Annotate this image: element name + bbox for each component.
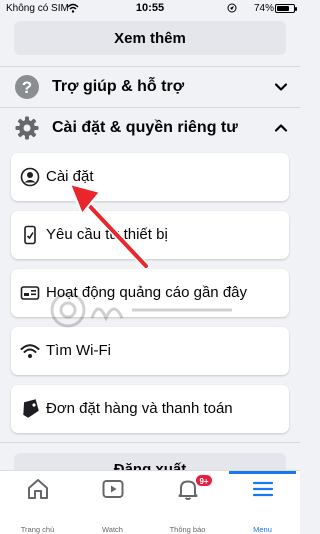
tab-home[interactable]: Trang chủ	[0, 471, 75, 534]
watch-icon	[102, 480, 124, 498]
svg-text:?: ?	[22, 78, 32, 97]
help-support-row[interactable]: ? Trợ giúp & hỗ trợ	[0, 67, 300, 107]
location-icon	[227, 3, 237, 13]
settings-item-label: Hoạt động quảng cáo gần đây	[46, 284, 247, 301]
see-more-button[interactable]: Xem thêm	[14, 21, 286, 55]
active-tab-indicator	[229, 471, 296, 474]
settings-item-find-wifi[interactable]: Tìm Wi-Fi	[11, 327, 289, 375]
tag-icon	[23, 399, 39, 418]
settings-item-label: Đơn đặt hàng và thanh toán	[46, 400, 233, 417]
settings-item-settings[interactable]: Cài đặt	[11, 153, 289, 201]
ad-icon	[20, 286, 40, 300]
home-icon	[28, 479, 48, 499]
settings-privacy-row[interactable]: Cài đặt & quyền riêng tư	[0, 108, 300, 148]
settings-item-device-requests[interactable]: Yêu cầu từ thiết bị	[11, 211, 289, 259]
settings-item-label: Tìm Wi-Fi	[46, 342, 111, 359]
settings-privacy-label: Cài đặt & quyền riêng tư	[52, 119, 238, 136]
tab-watch[interactable]: Watch	[75, 471, 150, 534]
wifi-icon	[20, 344, 40, 358]
tab-label: Watch	[102, 525, 123, 534]
settings-item-orders-payments[interactable]: Đơn đặt hàng và thanh toán	[11, 385, 289, 433]
status-bar: Không có SIM 10:55 74%	[0, 0, 300, 18]
tab-menu[interactable]: Menu	[225, 471, 300, 534]
settings-item-label: Yêu cầu từ thiết bị	[46, 226, 168, 243]
phone-icon	[24, 225, 36, 245]
chevron-down-icon	[274, 83, 288, 91]
help-support-label: Trợ giúp & hỗ trợ	[52, 78, 185, 95]
battery-icon	[275, 4, 297, 13]
divider	[0, 442, 300, 443]
gear-icon	[15, 116, 39, 140]
question-icon: ?	[15, 75, 39, 99]
chevron-up-icon	[274, 124, 288, 132]
battery-percent: 74%	[254, 3, 275, 14]
tab-label: Trang chủ	[20, 525, 55, 534]
bottom-tab-bar: Trang chủ Watch 9+ Thông báo Menu	[0, 470, 300, 534]
settings-item-label: Cài đặt	[46, 168, 94, 185]
tab-label: Thông báo	[169, 525, 206, 534]
menu-icon	[252, 481, 274, 497]
tab-notifications[interactable]: 9+ Thông báo	[150, 471, 225, 534]
see-more-label: Xem thêm	[114, 29, 186, 47]
notification-badge: 9+	[195, 474, 213, 487]
settings-item-ad-activity[interactable]: Hoạt động quảng cáo gần đây	[11, 269, 289, 317]
tab-label: Menu	[253, 525, 272, 534]
user-circle-icon	[20, 167, 40, 187]
